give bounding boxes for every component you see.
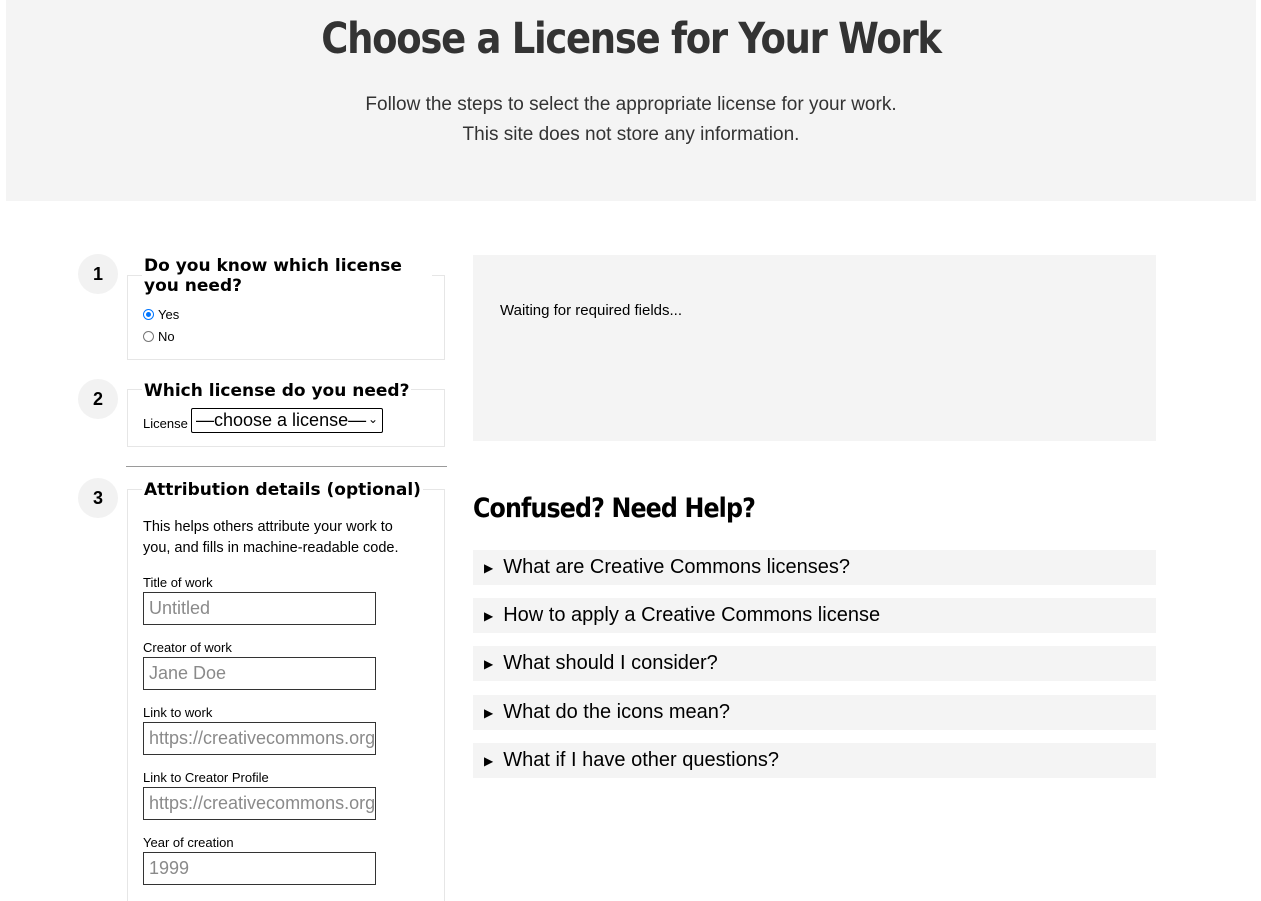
result-status: Waiting for required fields... xyxy=(500,302,683,319)
section-divider xyxy=(126,466,447,467)
faq-item-label: What should I consider? xyxy=(503,652,718,674)
faq-item-label: How to apply a Creative Commons license xyxy=(503,604,881,626)
step-2-legend: Which license do you need? xyxy=(142,381,412,401)
subtitle-line-2: This site does not store any information… xyxy=(462,124,800,145)
page-title: Choose a License for Your Work xyxy=(321,14,942,64)
creator-profile-field-label: Link to Creator Profile xyxy=(143,770,269,785)
faq-item-how-to-apply[interactable]: ▶ How to apply a Creative Commons licens… xyxy=(473,598,1156,633)
title-field[interactable]: Untitled xyxy=(143,592,376,625)
triangle-right-icon: ▶ xyxy=(484,656,494,671)
license-result-panel: Waiting for required fields... xyxy=(473,255,1156,441)
faq-item-icons-meaning[interactable]: ▶ What do the icons mean? xyxy=(473,695,1156,730)
attribution-help-line-1: This helps others attribute your work to xyxy=(143,519,393,535)
faq-item-label: What are Creative Commons licenses? xyxy=(503,556,851,578)
title-field-label: Title of work xyxy=(143,575,213,590)
faq-item-what-to-consider[interactable]: ▶ What should I consider? xyxy=(473,646,1156,681)
help-heading: Confused? Need Help? xyxy=(473,493,756,524)
faq-item-label: What do the icons mean? xyxy=(503,701,731,723)
license-select[interactable]: —choose a license— ⌄ xyxy=(191,408,383,433)
work-link-field[interactable]: https://creativecommons.org xyxy=(143,722,376,755)
triangle-right-icon: ▶ xyxy=(484,608,494,623)
chevron-down-icon: ⌄ xyxy=(367,412,378,426)
page-subtitle: Follow the steps to select the appropria… xyxy=(6,90,1256,150)
page-header: Choose a License for Your Work Follow th… xyxy=(6,0,1256,201)
subtitle-line-1: Follow the steps to select the appropria… xyxy=(365,94,897,115)
step-1-number: 1 xyxy=(78,254,118,294)
license-select-value: —choose a license— xyxy=(196,410,367,430)
attribution-help-text: This helps others attribute your work to… xyxy=(143,517,399,559)
attribution-help-line-2: you, and fills in machine-readable code. xyxy=(143,540,399,556)
creator-profile-field[interactable]: https://creativecommons.org xyxy=(143,787,376,820)
triangle-right-icon: ▶ xyxy=(484,705,494,720)
creator-field-label: Creator of work xyxy=(143,640,232,655)
step-3-number: 3 xyxy=(78,478,118,518)
step-3-legend: Attribution details (optional) xyxy=(142,480,423,500)
triangle-right-icon: ▶ xyxy=(484,560,494,575)
triangle-right-icon: ▶ xyxy=(484,753,494,768)
step-1-legend: Do you know which license you need? xyxy=(142,256,432,296)
radio-yes-label: Yes xyxy=(158,307,180,322)
creator-field[interactable]: Jane Doe xyxy=(143,657,376,690)
license-select-label: License xyxy=(143,416,188,431)
work-link-field-label: Link to work xyxy=(143,705,213,720)
year-field[interactable]: 1999 xyxy=(143,852,376,885)
radio-no[interactable]: No xyxy=(143,329,175,344)
radio-yes-control[interactable] xyxy=(143,309,154,320)
radio-yes[interactable]: Yes xyxy=(143,307,179,322)
faq-item-other-questions[interactable]: ▶ What if I have other questions? xyxy=(473,743,1156,778)
faq-item-what-are-cc-licenses[interactable]: ▶ What are Creative Commons licenses? xyxy=(473,550,1156,585)
radio-no-control[interactable] xyxy=(143,331,154,342)
year-field-label: Year of creation xyxy=(143,835,234,850)
faq-item-label: What if I have other questions? xyxy=(503,749,779,771)
radio-no-label: No xyxy=(158,329,175,344)
step-2-number: 2 xyxy=(78,379,118,419)
